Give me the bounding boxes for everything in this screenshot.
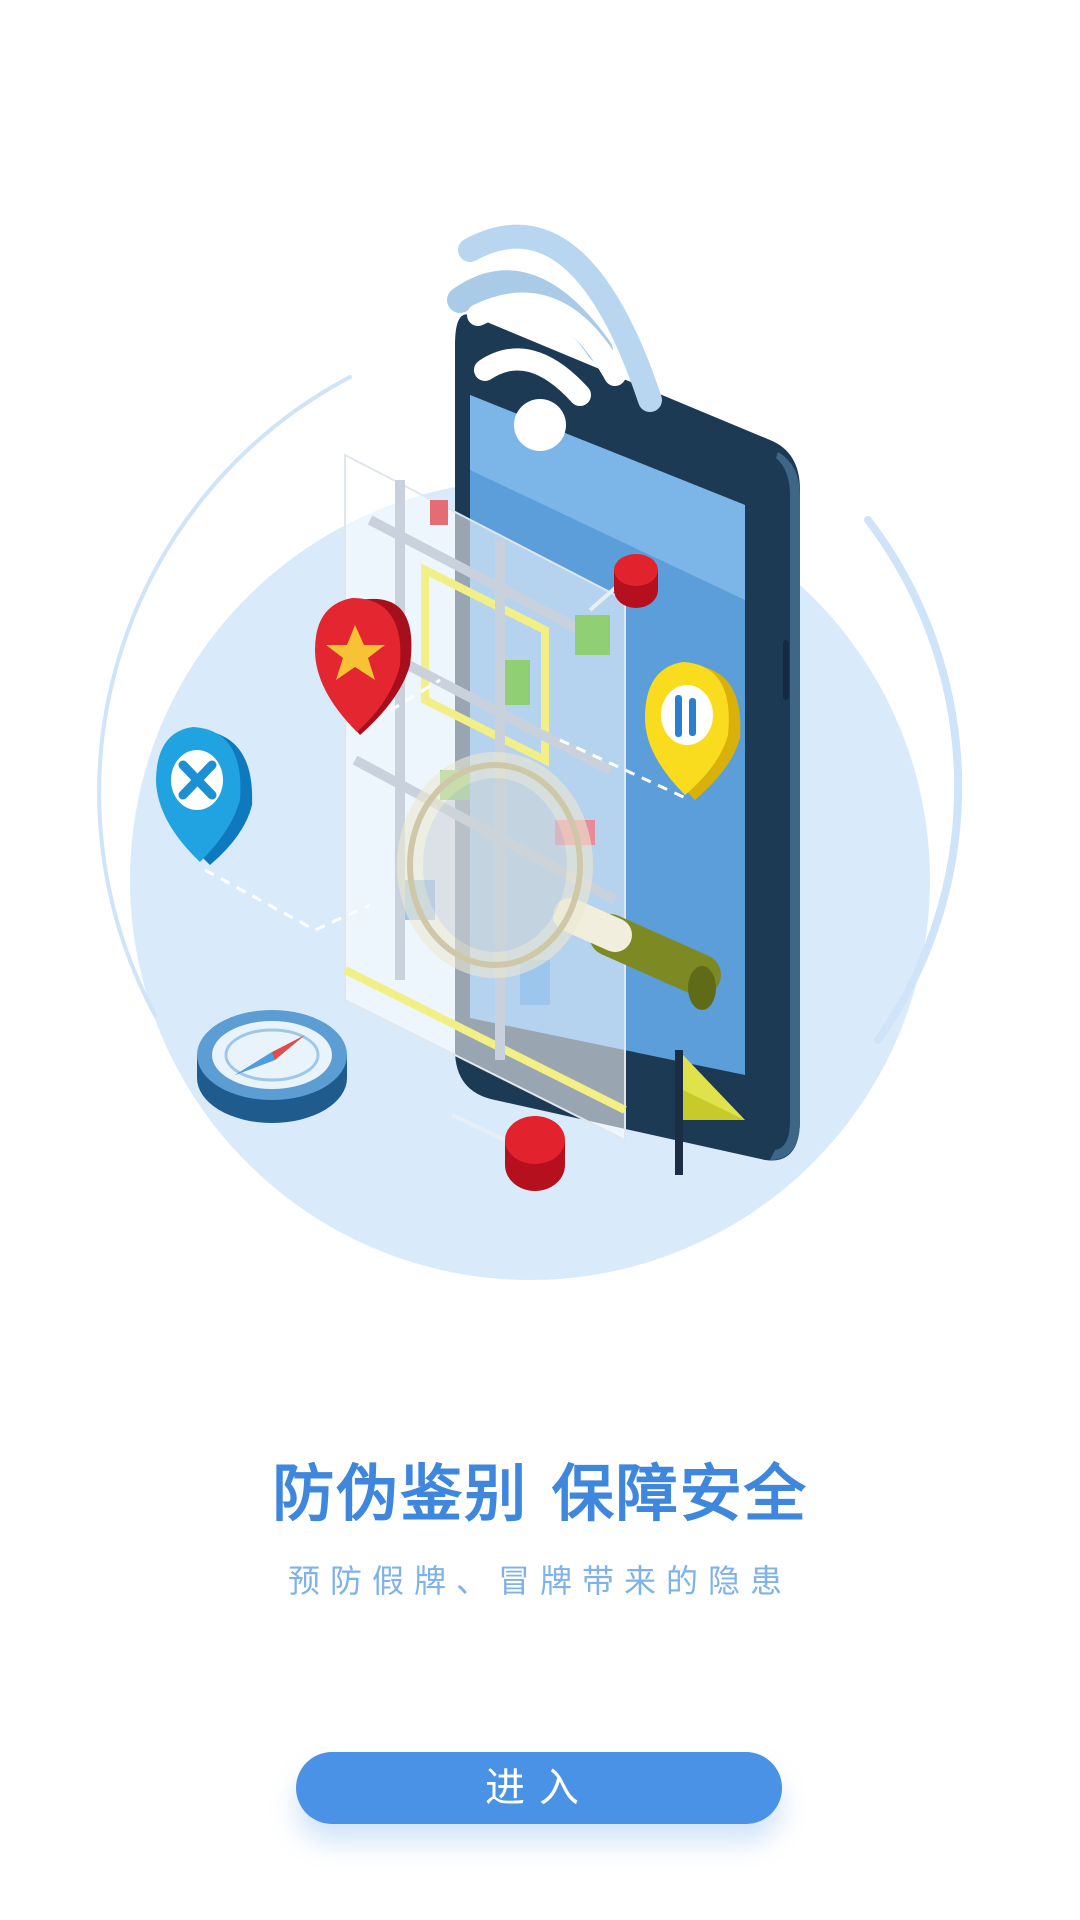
splash-screen: 防伪鉴别 保障安全 预防假牌、冒牌带来的隐患 进入 [0, 0, 1080, 1920]
page-title: 防伪鉴别 保障安全 [272, 1457, 808, 1530]
enter-button[interactable]: 进入 [296, 1752, 782, 1824]
hero-illustration [97, 224, 963, 1280]
compass-icon [197, 1010, 347, 1123]
page-subtitle: 预防假牌、冒牌带来的隐患 [287, 1562, 792, 1600]
